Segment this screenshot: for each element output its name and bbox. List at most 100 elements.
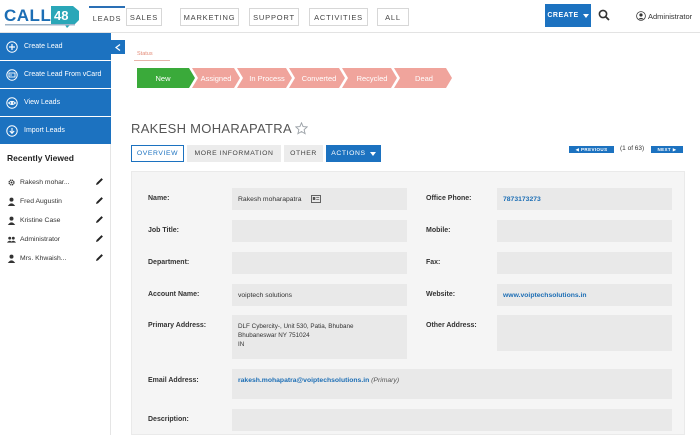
actions-label: ACTIONS (331, 150, 366, 157)
address-line: Bhubaneswar NY 751024 (238, 332, 310, 339)
primary-address-value: DLF Cybercity-, Unit 530, Patia, Bhubane… (238, 322, 354, 349)
account-name-label: Account Name: (148, 291, 200, 298)
lead-detail-panel: Name: Rakesh moharapatra Office Phone: 7… (131, 171, 685, 435)
previous-button[interactable]: ◀ PREVIOUS (569, 146, 614, 153)
recent-item[interactable]: Mrs. Khwaish... (7, 252, 104, 264)
create-lead-button[interactable]: Create Lead (0, 33, 111, 60)
email-primary-tag: (Primary) (371, 377, 400, 384)
eye-icon (6, 96, 18, 109)
pencil-icon[interactable] (95, 177, 104, 186)
view-leads-label: View Leads (24, 99, 61, 106)
recent-item-label: Rakesh mohar... (20, 178, 70, 186)
other-address-field[interactable] (497, 315, 672, 351)
create-button[interactable]: CREATE (545, 4, 591, 27)
create-lead-label: Create Lead (24, 43, 63, 50)
call48-logo[interactable]: CALL 48 (3, 3, 98, 29)
group-icon (7, 235, 16, 244)
import-leads-label: Import Leads (24, 127, 65, 134)
top-navigation-bar: CALL 48 LEADS SALES MARKETING SUPPORT AC… (0, 0, 700, 33)
caret-down-icon (369, 151, 376, 156)
tab-support[interactable]: SUPPORT (249, 8, 299, 26)
recent-item-label: Fred Augustin (20, 197, 62, 205)
tab-marketing[interactable]: MARKETING (180, 8, 239, 26)
pencil-icon[interactable] (95, 196, 104, 205)
name-label: Name: (148, 195, 170, 202)
office-phone-value[interactable]: 7873173273 (503, 196, 541, 203)
next-arrow-icon: ▶ (671, 146, 677, 152)
website-value[interactable]: www.voiptechsolutions.in (503, 292, 587, 299)
sidebar-collapse-button[interactable] (111, 40, 125, 54)
tab-sales[interactable]: SALES (126, 8, 162, 26)
address-line: DLF Cybercity-, Unit 530, Patia, Bhubane (238, 323, 354, 330)
email-address-label: Email Address: (148, 377, 199, 384)
job-title-field[interactable] (232, 220, 407, 242)
svg-text:CALL: CALL (4, 6, 51, 25)
status-step-label: Recycled (356, 73, 388, 83)
import-leads-button[interactable]: Import Leads (0, 117, 111, 144)
person-icon (7, 254, 16, 263)
email-field[interactable] (232, 369, 672, 399)
create-lead-from-vcard-label: Create Lead From vCard (24, 71, 102, 78)
mobile-field[interactable] (497, 220, 672, 242)
pager-count: (1 of 63) (620, 145, 645, 152)
primary-address-label: Primary Address: (148, 322, 207, 329)
description-label: Description: (148, 416, 189, 423)
name-value: Rakesh moharapatra (238, 196, 302, 203)
create-lead-from-vcard-button[interactable]: Create Lead From vCard (0, 61, 111, 88)
status-step-label: Dead (415, 73, 433, 83)
previous-label: PREVIOUS (581, 147, 608, 152)
person-icon (7, 197, 16, 206)
email-value[interactable]: rakesh.mohapatra@voiptechsolutions.in (P… (238, 377, 399, 384)
recently-viewed-title: Recently Viewed (7, 153, 74, 163)
svg-text:48: 48 (54, 8, 68, 23)
recent-item[interactable]: Administrator (7, 233, 104, 245)
fax-field[interactable] (497, 252, 672, 274)
favorite-star-icon[interactable] (294, 122, 308, 135)
website-label: Website: (426, 291, 456, 298)
sidebar: Create Lead Create Lead From vCard View … (0, 33, 111, 435)
tab-other[interactable]: OTHER (284, 145, 323, 162)
record-title: RAKESH MOHARAPATRA (131, 121, 308, 136)
office-phone-label: Office Phone: (426, 195, 472, 202)
tab-more-information[interactable]: MORE INFORMATION (187, 145, 281, 162)
description-field[interactable] (232, 409, 672, 431)
search-icon[interactable] (598, 9, 610, 21)
actions-dropdown[interactable]: ACTIONS (326, 145, 381, 162)
user-menu[interactable]: Administrator (636, 11, 692, 21)
mobile-label: Mobile: (426, 227, 451, 234)
recent-item-label: Kristine Case (20, 216, 61, 224)
recent-item-label: Mrs. Khwaish... (20, 254, 67, 262)
other-address-label: Other Address: (426, 322, 477, 329)
fax-label: Fax: (426, 259, 441, 266)
plus-circle-icon (6, 40, 18, 53)
next-button[interactable]: NEXT ▶ (651, 146, 683, 153)
email-address[interactable]: rakesh.mohapatra@voiptechsolutions.in (238, 377, 369, 384)
user-name: Administrator (648, 11, 693, 21)
department-label: Department: (148, 259, 190, 266)
create-button-label: CREATE (547, 12, 579, 19)
pencil-icon[interactable] (95, 253, 104, 262)
status-label: Status (137, 51, 153, 57)
status-step-label: New (155, 73, 171, 83)
tab-activities[interactable]: ACTIVITIES (309, 8, 368, 26)
recent-item[interactable]: Kristine Case (7, 214, 104, 226)
view-leads-button[interactable]: View Leads (0, 89, 111, 116)
account-name-value[interactable]: voiptech solutions (238, 292, 292, 299)
status-step-label: Assigned (200, 73, 232, 83)
recent-item-label: Administrator (20, 235, 61, 243)
tab-all[interactable]: ALL (377, 8, 409, 26)
next-label: NEXT (657, 147, 672, 152)
pencil-icon[interactable] (95, 215, 104, 224)
pencil-icon[interactable] (95, 234, 104, 243)
status-step-label: In Process (249, 73, 285, 83)
tab-overview[interactable]: OVERVIEW (131, 145, 184, 162)
job-title-label: Job Title: (148, 227, 179, 234)
department-field[interactable] (232, 252, 407, 274)
recent-item[interactable]: Fred Augustin (7, 195, 104, 207)
status-underline (134, 60, 170, 61)
tab-leads[interactable]: LEADS (89, 6, 125, 28)
caret-down-icon (582, 13, 589, 18)
recent-item[interactable]: Rakesh mohar... (7, 176, 104, 188)
gear-icon (7, 178, 16, 187)
vcard-icon[interactable] (311, 195, 321, 203)
